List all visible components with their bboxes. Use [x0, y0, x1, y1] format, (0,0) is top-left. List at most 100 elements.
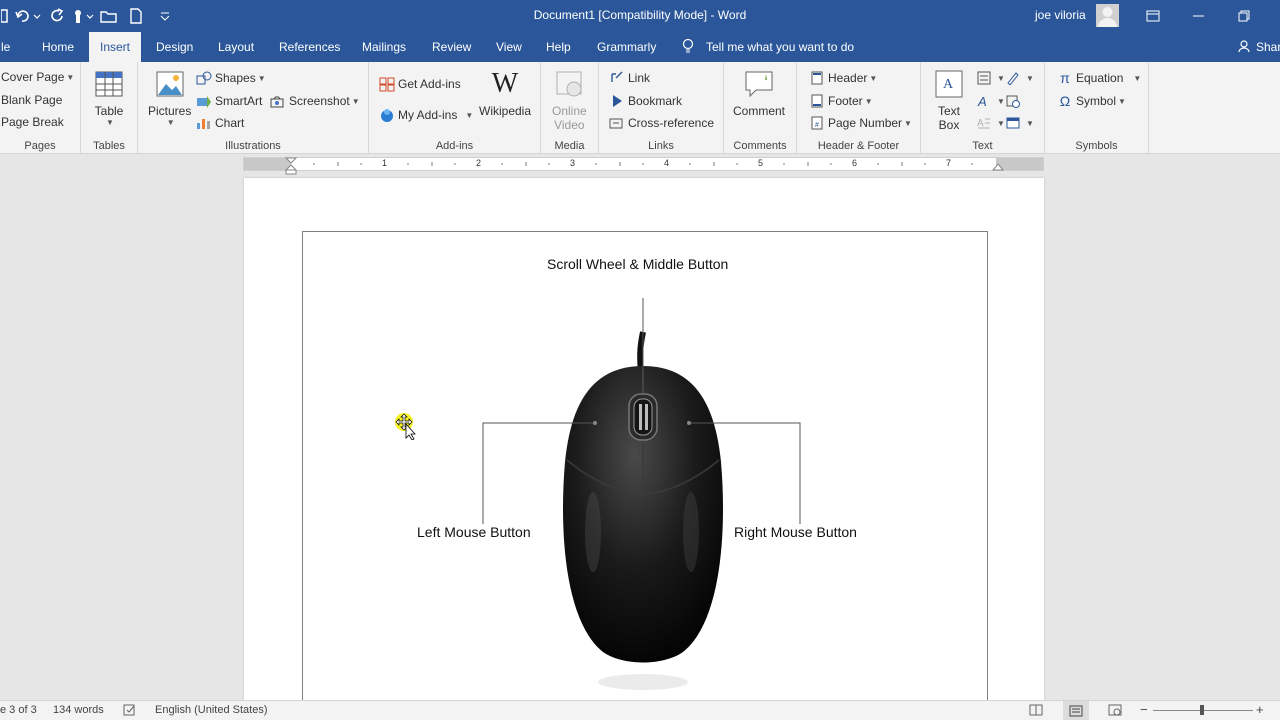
- share-button[interactable]: Shar: [1238, 32, 1280, 62]
- lightbulb-icon: [682, 38, 694, 57]
- zoom-in-button[interactable]: +: [1256, 702, 1264, 717]
- indent-marker-icon[interactable]: [285, 157, 297, 175]
- wordart-icon: A: [976, 93, 992, 109]
- symbol-label: Symbol: [1076, 94, 1117, 108]
- tab-home[interactable]: Home: [31, 32, 85, 62]
- group-comments: Comment Comments: [724, 62, 797, 154]
- figure-frame[interactable]: Scroll Wheel & Middle Button Left Mouse …: [302, 231, 988, 711]
- ruler-number: 1: [382, 158, 388, 168]
- ribbon-tabs: le Home Insert Design Layout References …: [0, 32, 1280, 63]
- wikipedia-button[interactable]: W Wikipedia: [479, 68, 531, 118]
- group-label-header-footer: Header & Footer: [817, 140, 900, 152]
- object-button[interactable]: ▼: [1005, 115, 1034, 131]
- mouse-diagram: [482, 298, 801, 690]
- restore-icon[interactable]: [1221, 0, 1267, 32]
- chevron-down-icon: ▼: [1026, 118, 1034, 128]
- cross-reference-button[interactable]: Cross-reference: [609, 115, 714, 131]
- right-button-label: Right Mouse Button: [734, 524, 857, 540]
- blank-page-button[interactable]: Blank Page: [1, 93, 62, 107]
- tab-file[interactable]: le: [0, 32, 21, 62]
- smartart-button[interactable]: SmartArt: [196, 93, 262, 109]
- tab-help[interactable]: Help: [535, 32, 582, 62]
- touch-mode-icon[interactable]: [70, 0, 96, 32]
- tab-mailings[interactable]: Mailings: [351, 32, 417, 62]
- pictures-button[interactable]: Pictures ▼: [148, 68, 191, 127]
- cover-page-button[interactable]: Cover Page ▼: [1, 70, 74, 84]
- ruler-number: 4: [664, 158, 670, 168]
- tab-layout[interactable]: Layout: [207, 32, 265, 62]
- bookmark-button[interactable]: Bookmark: [609, 93, 682, 109]
- text-box-button[interactable]: A Text Box: [933, 68, 965, 132]
- tab-review[interactable]: Review: [421, 32, 482, 62]
- my-addins-button[interactable]: My Add-ins ▼: [379, 107, 473, 123]
- date-time-button[interactable]: [1005, 93, 1024, 109]
- header-button[interactable]: Header ▼: [809, 70, 877, 86]
- my-addins-icon: [379, 107, 395, 123]
- minimize-icon[interactable]: [1176, 0, 1222, 32]
- symbol-button[interactable]: Ω Symbol ▼: [1057, 93, 1126, 109]
- ruler-number: 2: [476, 158, 482, 168]
- equation-button[interactable]: π Equation ▼: [1057, 70, 1141, 86]
- new-document-icon[interactable]: [122, 0, 150, 32]
- customize-qat-icon[interactable]: [150, 0, 180, 32]
- signature-line-button[interactable]: ▼: [1005, 70, 1034, 86]
- redo-icon[interactable]: [46, 0, 70, 32]
- word-count[interactable]: 134 words: [53, 704, 104, 716]
- tab-insert[interactable]: Insert: [89, 32, 142, 63]
- tab-view[interactable]: View: [485, 32, 533, 62]
- chevron-down-icon: ▼: [465, 110, 474, 120]
- screenshot-button[interactable]: Screenshot ▼: [270, 93, 360, 109]
- link-button[interactable]: Link: [609, 70, 650, 86]
- tab-grammarly[interactable]: Grammarly: [586, 32, 667, 62]
- online-video-icon: [553, 68, 585, 100]
- zoom-slider-thumb[interactable]: [1200, 705, 1204, 715]
- tab-references[interactable]: References: [268, 32, 351, 62]
- open-folder-icon[interactable]: [96, 0, 122, 32]
- online-video-button[interactable]: Online Video: [552, 68, 587, 132]
- cover-page-label: Cover Page: [1, 70, 65, 84]
- undo-icon[interactable]: [10, 0, 46, 32]
- chevron-down-icon: ▼: [1133, 73, 1142, 83]
- read-mode-icon[interactable]: [1029, 704, 1043, 719]
- page-number-button[interactable]: # Page Number ▼: [809, 115, 912, 131]
- group-label-pages: Pages: [24, 140, 56, 152]
- status-bar: e 3 of 3 134 words English (United State…: [0, 700, 1280, 720]
- web-layout-icon[interactable]: [1108, 704, 1122, 719]
- language[interactable]: English (United States): [155, 704, 268, 716]
- group-illustrations: Pictures ▼ Shapes ▼ SmartArt Chart Screen…: [138, 62, 369, 154]
- comment-button[interactable]: Comment: [733, 68, 785, 118]
- group-symbols: π Equation ▼ Ω Symbol ▼ Symbols: [1045, 62, 1149, 154]
- page-number-label: Page Number: [828, 116, 903, 130]
- horizontal-ruler[interactable]: 1 2 3 4 5 6 7: [243, 157, 1044, 175]
- page-count[interactable]: e 3 of 3: [0, 704, 37, 716]
- tell-me-search[interactable]: Tell me what you want to do: [682, 32, 854, 62]
- ribbon-display-options-icon[interactable]: [1130, 0, 1176, 32]
- group-label-tables: Tables: [93, 140, 125, 152]
- print-layout-icon[interactable]: [1063, 701, 1089, 720]
- document-page[interactable]: Scroll Wheel & Middle Button Left Mouse …: [244, 178, 1044, 711]
- chart-button[interactable]: Chart: [196, 115, 244, 131]
- drop-cap-button[interactable]: A ▼: [976, 115, 1005, 131]
- footer-button[interactable]: Footer ▼: [809, 93, 873, 109]
- cross-reference-icon: [609, 115, 625, 131]
- zoom-out-button[interactable]: −: [1140, 702, 1148, 717]
- quick-parts-button[interactable]: ▼: [976, 70, 1005, 86]
- page-break-button[interactable]: Page Break: [1, 115, 64, 129]
- group-label-addins: Add-ins: [435, 140, 474, 152]
- get-addins-button[interactable]: Get Add-ins: [379, 76, 461, 92]
- link-icon: [609, 70, 625, 86]
- omega-icon: Ω: [1059, 93, 1071, 109]
- wordart-button[interactable]: A ▼: [976, 93, 1005, 109]
- chart-icon: [196, 115, 212, 131]
- table-button[interactable]: Table ▼: [93, 68, 125, 127]
- chevron-down-icon: ▼: [997, 118, 1005, 128]
- tab-design[interactable]: Design: [145, 32, 204, 62]
- table-label: Table: [94, 104, 124, 118]
- right-indent-marker-icon[interactable]: [992, 162, 1004, 172]
- bookmark-icon: [609, 93, 625, 109]
- avatar[interactable]: [1096, 4, 1119, 27]
- save-icon[interactable]: [0, 0, 10, 32]
- proofing-icon[interactable]: [123, 704, 137, 719]
- shapes-button[interactable]: Shapes ▼: [196, 70, 266, 86]
- user-name[interactable]: joe viloria: [1035, 8, 1086, 22]
